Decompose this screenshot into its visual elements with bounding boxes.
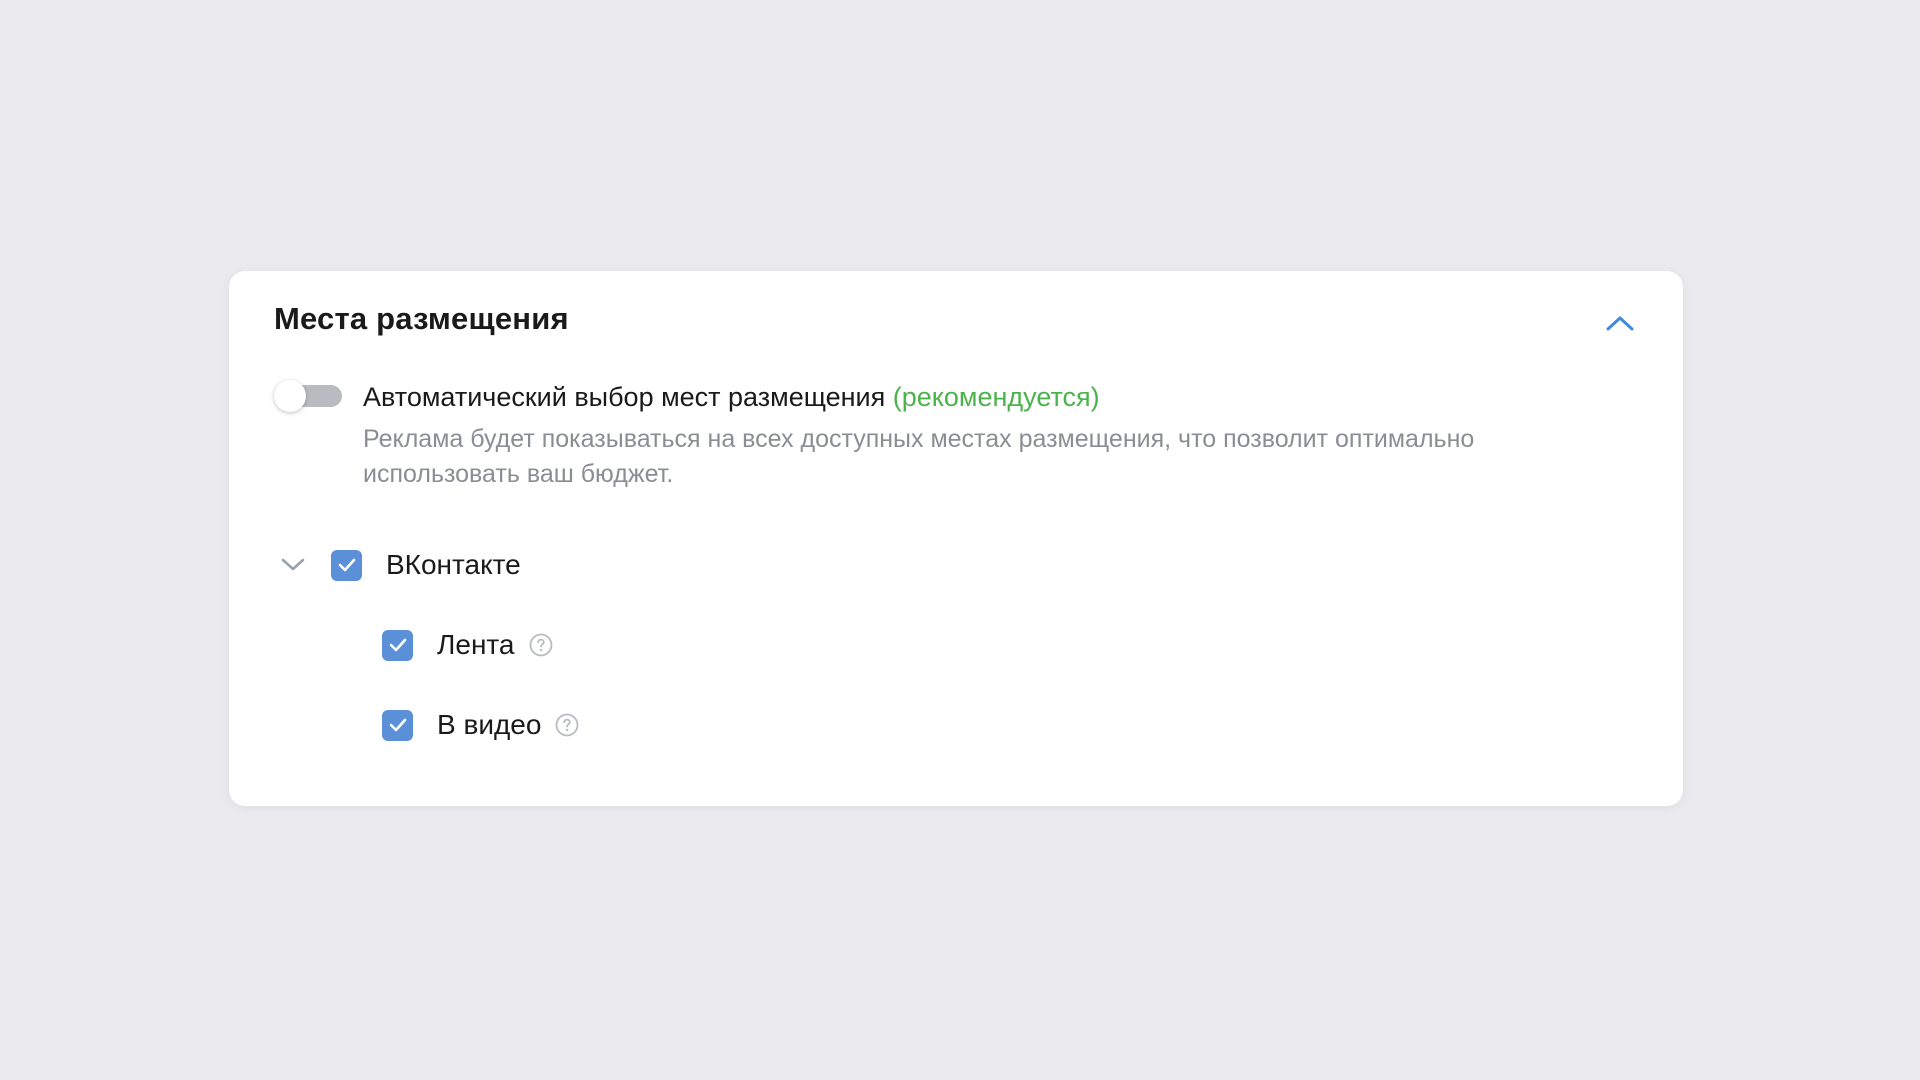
toggle-knob [274,380,306,412]
help-button-feed[interactable] [529,633,553,657]
placement-row-feed: Лента [382,627,553,663]
expand-button[interactable] [278,550,308,580]
help-button-video[interactable] [555,713,579,737]
question-circle-icon [529,633,552,657]
placement-label-feed: Лента [437,629,515,660]
chevron-up-icon [1606,316,1634,331]
placement-row-video: В видео [382,707,579,743]
auto-placement-label: Автоматический выбор мест размещения (ре… [363,382,1100,413]
collapse-button[interactable] [1603,309,1637,337]
chevron-down-icon [281,558,305,571]
card-title: Места размещения [274,301,569,336]
checkbox-video[interactable] [382,709,413,741]
checkbox-vkontakte[interactable] [331,549,362,581]
placements-card: Места размещения Автоматический выбор ме… [229,271,1683,806]
checkmark-icon [338,558,355,572]
checkbox-feed[interactable] [382,629,413,661]
auto-placement-label-text: Автоматический выбор мест размещения [363,382,886,412]
checkmark-icon [389,718,406,732]
recommended-badge: (рекомендуется) [892,382,1100,412]
checkmark-icon [389,638,406,652]
platform-label-vkontakte: ВКонтакте [386,549,521,580]
auto-placement-toggle[interactable] [274,380,342,412]
auto-placement-description: Реклама будет показываться на всех досту… [363,425,1475,488]
platform-row-vkontakte: ВКонтакте [278,547,521,583]
placement-label-video: В видео [437,709,542,740]
question-circle-icon [556,713,579,737]
